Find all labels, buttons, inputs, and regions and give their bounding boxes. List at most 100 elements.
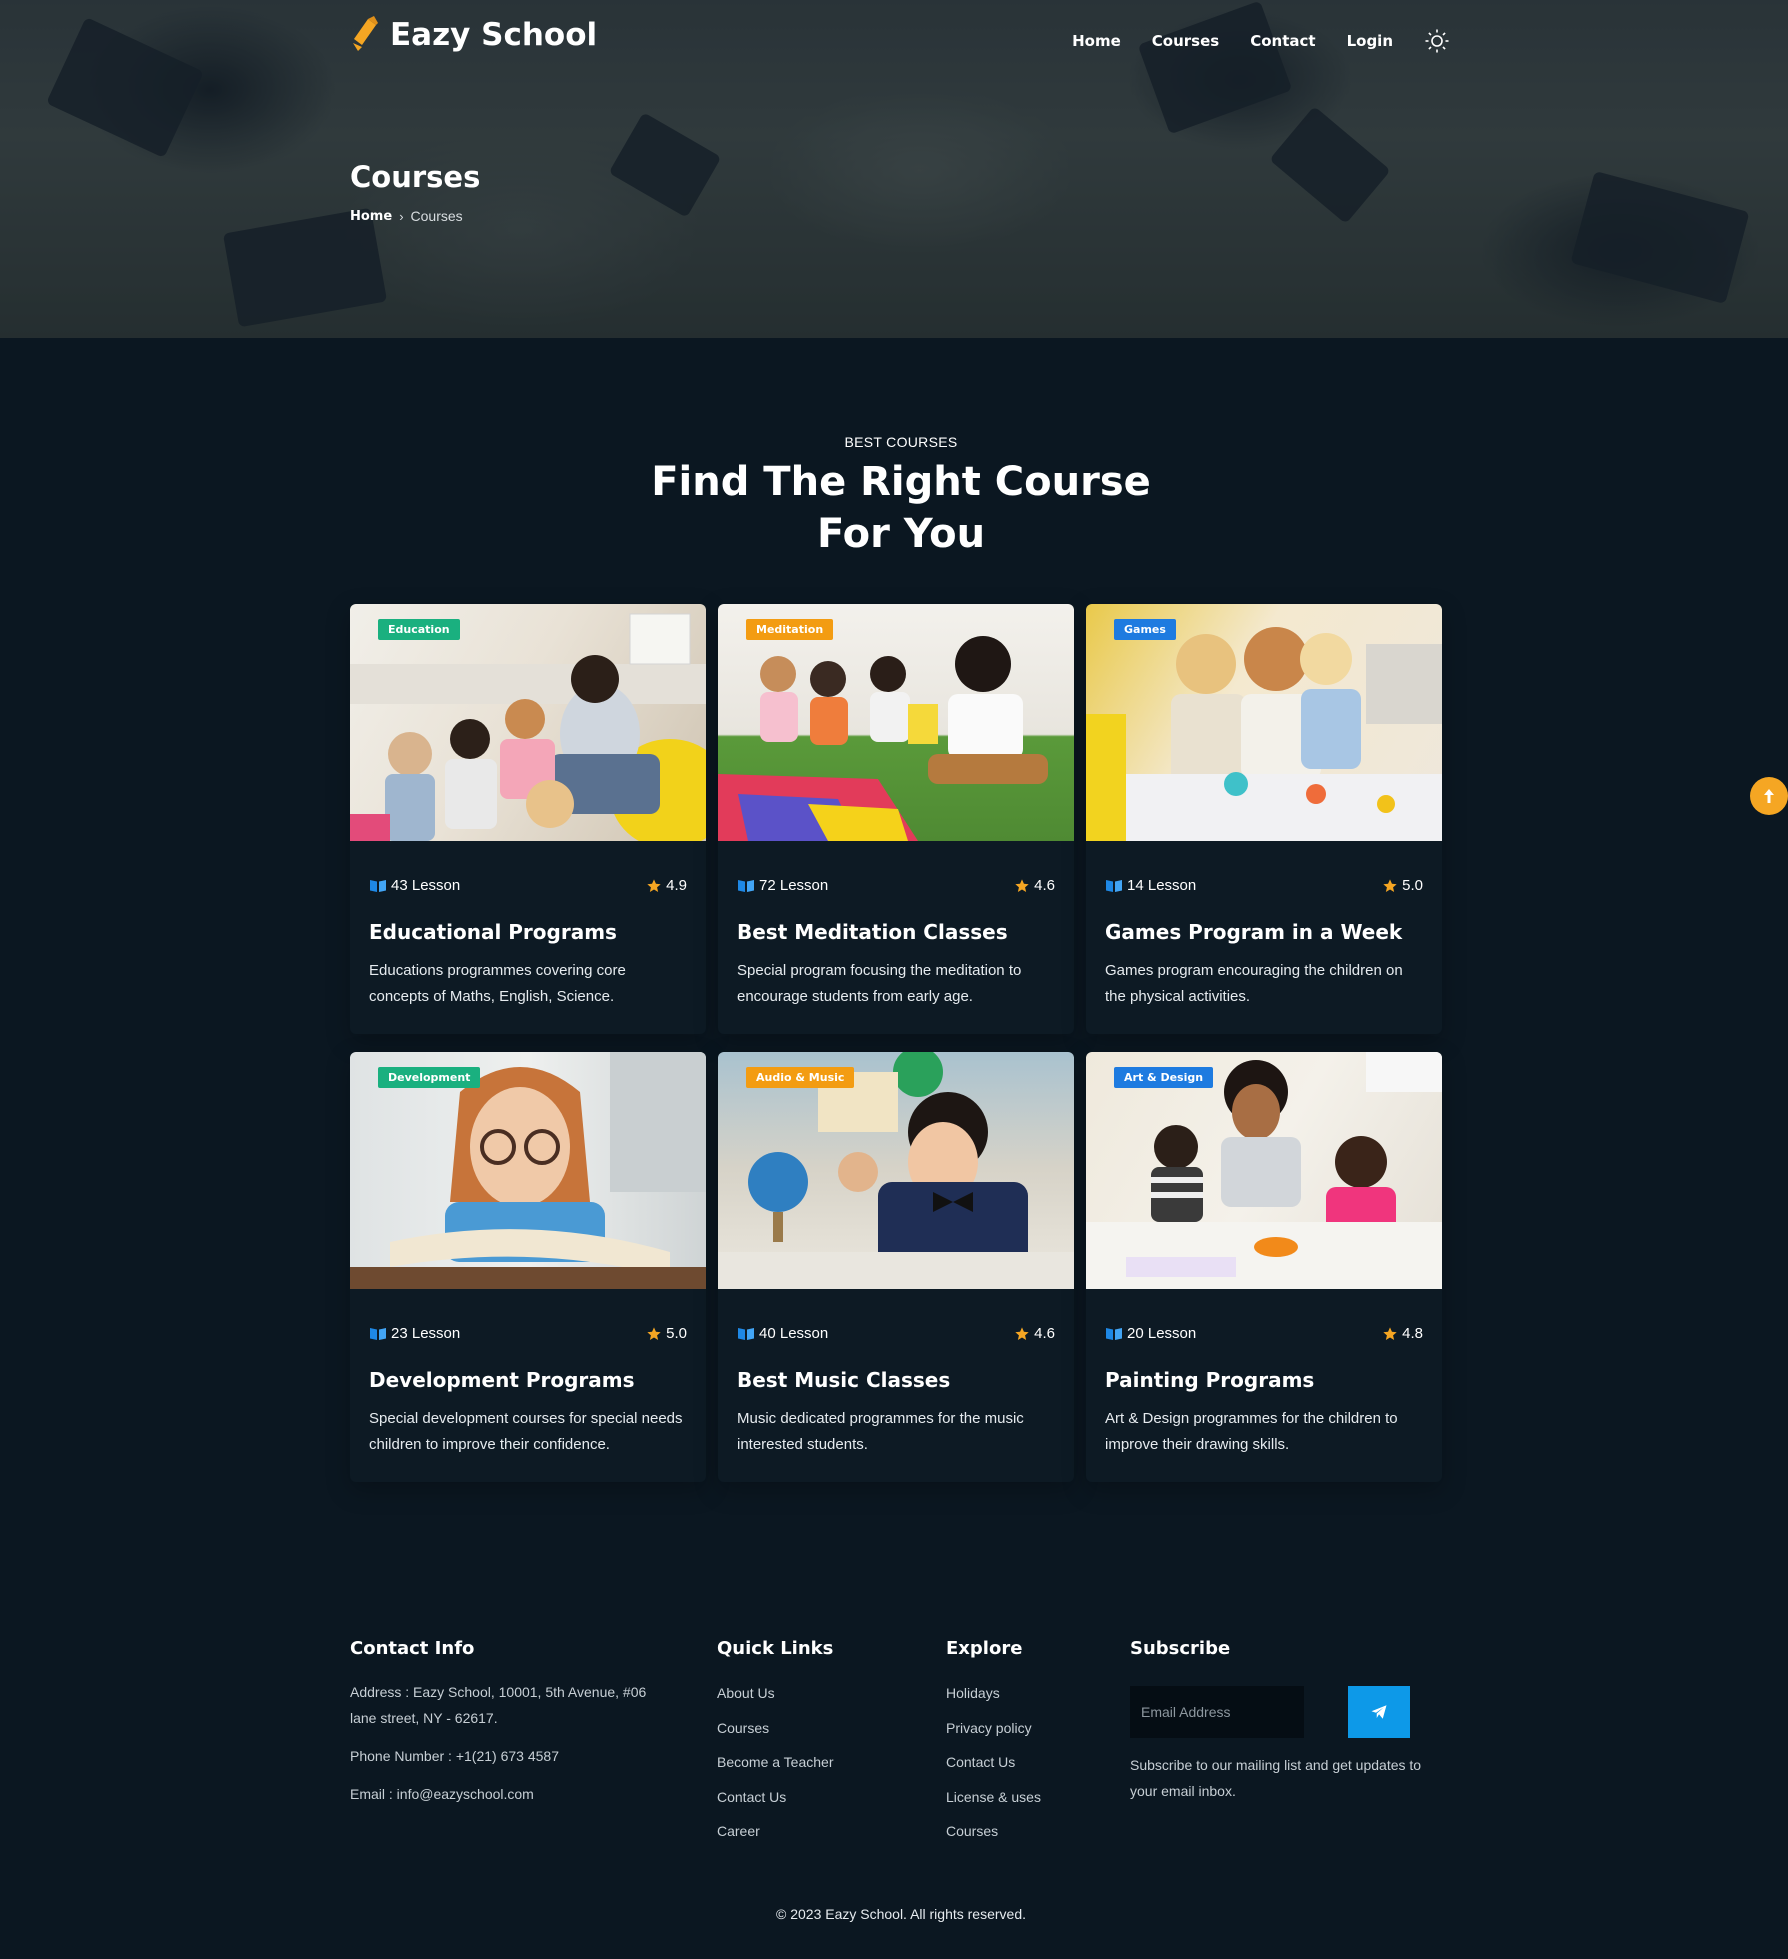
description-line: encourage students from early age. <box>737 988 973 1005</box>
book-icon <box>1106 1327 1122 1340</box>
star-icon <box>647 878 661 892</box>
graduation-cap-icon <box>350 15 386 55</box>
star-icon <box>1015 878 1029 892</box>
course-description: Special program focusing the meditation … <box>737 958 1055 1010</box>
breadcrumb-home[interactable]: Home <box>350 209 392 224</box>
breadcrumb-separator: › <box>399 208 404 224</box>
graduation-cap-shape <box>608 112 722 218</box>
nav-courses[interactable]: Courses <box>1152 32 1219 50</box>
course-card[interactable]: Meditation 72 Lesson 4.6 Best Meditation… <box>718 604 1074 1034</box>
course-title[interactable]: Best Music Classes <box>737 1368 1055 1392</box>
course-body: 43 Lesson 4.9 Educational Programs Educa… <box>350 841 706 1010</box>
course-title[interactable]: Games Program in a Week <box>1105 920 1423 944</box>
section-eyebrow: BEST COURSES <box>844 434 958 450</box>
course-image: Art & Design <box>1086 1052 1442 1289</box>
course-body: 72 Lesson 4.6 Best Meditation Classes Sp… <box>718 841 1074 1010</box>
footer-link-contact-us[interactable]: Contact Us <box>717 1787 917 1822</box>
description-line: improve their drawing skills. <box>1105 1436 1290 1453</box>
star-icon <box>1015 1326 1029 1340</box>
rating: 4.6 <box>1014 1325 1055 1342</box>
footer-link-contact-us[interactable]: Contact Us <box>946 1752 1106 1787</box>
graduation-cap-shape <box>222 207 388 328</box>
footer-link-become-teacher[interactable]: Become a Teacher <box>717 1752 917 1787</box>
graduation-cap-shape <box>1570 170 1750 305</box>
nav-contact[interactable]: Contact <box>1250 32 1315 50</box>
rating-value: 5.0 <box>666 1325 687 1342</box>
rating-value: 5.0 <box>1402 877 1423 894</box>
sun-icon[interactable] <box>1424 28 1450 54</box>
subscribe-button[interactable] <box>1348 1686 1410 1738</box>
rating: 5.0 <box>646 1325 687 1342</box>
category-badge: Art & Design <box>1114 1067 1214 1088</box>
top-navigation: Eazy School Home Courses Contact Login <box>350 0 1450 86</box>
course-description: Art & Design programmes for the children… <box>1105 1406 1423 1458</box>
description-line: children to improve their confidence. <box>369 1436 610 1453</box>
footer-subscribe-heading: Subscribe <box>1130 1638 1231 1659</box>
course-title[interactable]: Best Meditation Classes <box>737 920 1055 944</box>
category-badge: Audio & Music <box>746 1067 855 1088</box>
explore-links-list: Holidays Privacy policy Contact Us Licen… <box>946 1683 1106 1856</box>
subscribe-text-line: Subscribe to our mailing list and get up… <box>1130 1757 1422 1773</box>
lesson-count: 23 Lesson <box>369 1325 460 1342</box>
course-card[interactable]: Art & Design 20 Lesson 4.8 Painting Prog… <box>1086 1052 1442 1482</box>
book-icon <box>1106 879 1122 892</box>
course-card[interactable]: Games 14 Lesson 5.0 Games Program in a W… <box>1086 604 1442 1034</box>
description-line: Music dedicated programmes for the music <box>737 1410 1024 1427</box>
footer-contact: Contact Info Address : Eazy School, 1000… <box>350 1638 680 1807</box>
footer-quick-links: Quick Links About Us Courses Become a Te… <box>717 1638 917 1856</box>
nav-home[interactable]: Home <box>1072 32 1121 50</box>
footer-link-license[interactable]: License & uses <box>946 1787 1106 1822</box>
brand-logo[interactable]: Eazy School <box>350 10 597 60</box>
description-line: Games program encouraging the children o… <box>1105 962 1403 979</box>
footer-link-holidays[interactable]: Holidays <box>946 1683 1106 1718</box>
footer-link-about-us[interactable]: About Us <box>717 1683 917 1718</box>
course-body: 40 Lesson 4.6 Best Music Classes Music d… <box>718 1289 1074 1458</box>
contact-address: Address : Eazy School, 10001, 5th Avenue… <box>350 1679 680 1731</box>
lesson-count-text: 14 Lesson <box>1127 877 1197 894</box>
rating: 4.6 <box>1014 877 1055 894</box>
rating-value: 4.9 <box>666 877 687 894</box>
lesson-count-text: 40 Lesson <box>759 1325 829 1342</box>
footer-contact-heading: Contact Info <box>350 1638 475 1659</box>
course-image: Meditation <box>718 604 1074 841</box>
course-title[interactable]: Educational Programs <box>369 920 687 944</box>
section-title-line-1: Find The Right Course <box>651 459 1151 505</box>
nav-menu: Home Courses Contact Login <box>1072 28 1450 54</box>
course-card[interactable]: Development 23 Lesson 5.0 Development Pr… <box>350 1052 706 1482</box>
category-badge: Games <box>1114 619 1176 640</box>
address-line: Address : Eazy School, 10001, 5th Avenue… <box>350 1684 647 1700</box>
footer-link-privacy-policy[interactable]: Privacy policy <box>946 1718 1106 1753</box>
address-line: lane street, NY - 62617. <box>350 1710 498 1726</box>
course-title[interactable]: Painting Programs <box>1105 1368 1423 1392</box>
lesson-count-text: 20 Lesson <box>1127 1325 1197 1342</box>
lesson-count-text: 43 Lesson <box>391 877 461 894</box>
course-body: 23 Lesson 5.0 Development Programs Speci… <box>350 1289 706 1458</box>
footer-link-courses[interactable]: Courses <box>946 1821 1106 1856</box>
course-grid: Education 43 Lesson 4.9 Educational Prog… <box>350 604 1442 1482</box>
category-badge: Education <box>378 619 460 640</box>
footer-link-courses[interactable]: Courses <box>717 1718 917 1753</box>
graduation-cap-shape <box>46 16 204 159</box>
subscribe-text: Subscribe to our mailing list and get up… <box>1130 1752 1450 1804</box>
graduation-cap-shape <box>1269 106 1391 224</box>
course-meta: 40 Lesson 4.6 <box>737 1325 1055 1342</box>
book-icon <box>370 879 386 892</box>
course-card[interactable]: Audio & Music 40 Lesson 4.6 Best Music C… <box>718 1052 1074 1482</box>
course-card[interactable]: Education 43 Lesson 4.9 Educational Prog… <box>350 604 706 1034</box>
section-title-line-2: For You <box>816 511 986 557</box>
course-description: Music dedicated programmes for the music… <box>737 1406 1055 1458</box>
course-description: Special development courses for special … <box>369 1406 687 1458</box>
course-title[interactable]: Development Programs <box>369 1368 687 1392</box>
footer-link-career[interactable]: Career <box>717 1821 917 1856</box>
course-meta: 23 Lesson 5.0 <box>369 1325 687 1342</box>
nav-login[interactable]: Login <box>1347 32 1393 50</box>
rating-value: 4.6 <box>1034 877 1055 894</box>
scroll-to-top-button[interactable] <box>1750 777 1788 815</box>
course-description: Games program encouraging the children o… <box>1105 958 1423 1010</box>
page-header: Courses Home › Courses <box>350 160 480 224</box>
page-title: Courses <box>350 160 481 194</box>
category-badge: Development <box>378 1067 481 1088</box>
email-input[interactable] <box>1130 1686 1304 1738</box>
footer-quick-links-heading: Quick Links <box>717 1638 834 1659</box>
description-line: Special program focusing the meditation … <box>737 962 1022 979</box>
